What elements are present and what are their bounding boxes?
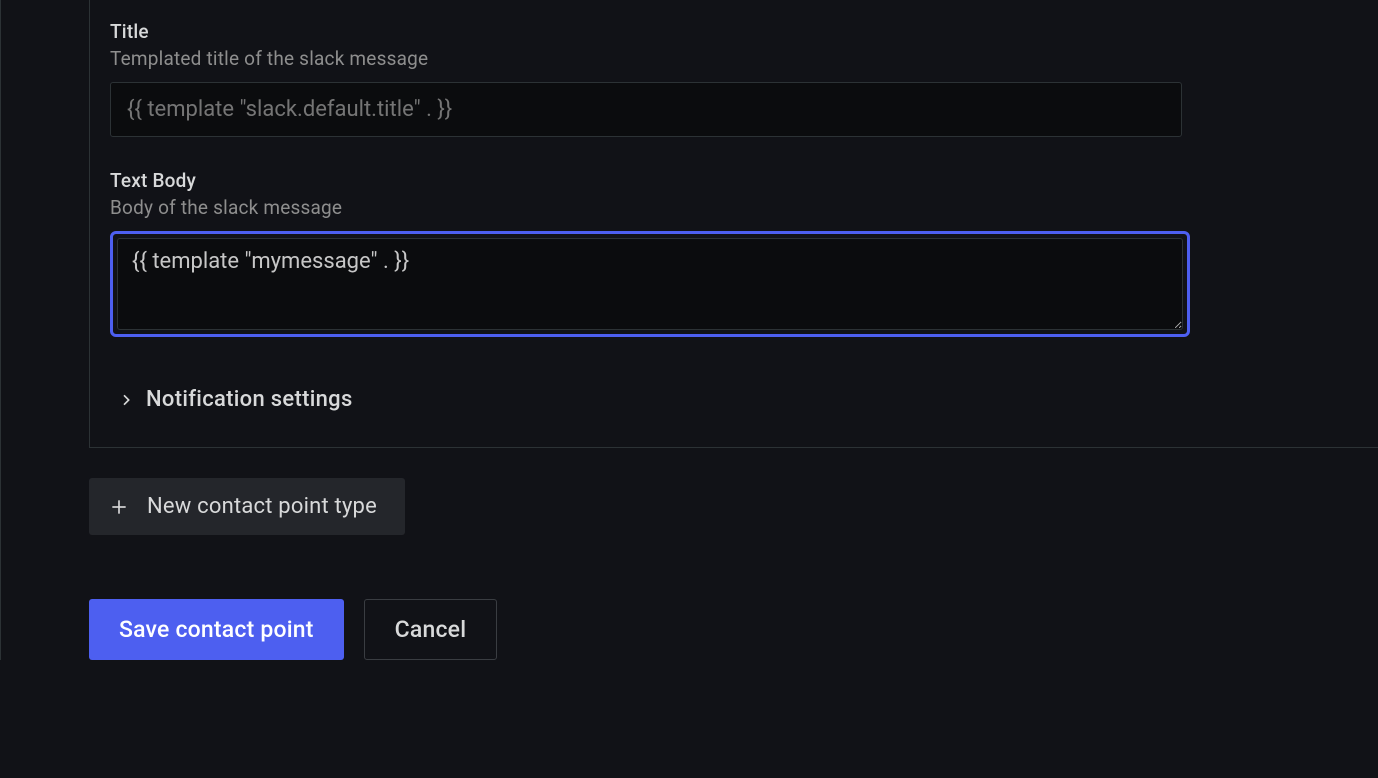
textbody-label: Text Body bbox=[110, 169, 1378, 192]
textbody-input[interactable] bbox=[117, 238, 1183, 330]
plus-icon bbox=[109, 497, 129, 517]
new-type-row: New contact point type bbox=[89, 478, 1378, 535]
textbody-focus-ring bbox=[110, 231, 1190, 337]
title-label: Title bbox=[110, 20, 1378, 43]
cancel-button[interactable]: Cancel bbox=[364, 599, 498, 660]
title-field-group: Title Templated title of the slack messa… bbox=[110, 20, 1378, 137]
textbody-field-group: Text Body Body of the slack message bbox=[110, 169, 1378, 337]
notification-settings-toggle[interactable]: Notification settings bbox=[110, 387, 1378, 412]
page-container: Title Templated title of the slack messa… bbox=[0, 0, 1378, 660]
title-description: Templated title of the slack message bbox=[110, 47, 1378, 70]
textbody-description: Body of the slack message bbox=[110, 196, 1378, 219]
bottom-button-row: Save contact point Cancel bbox=[89, 599, 1378, 660]
chevron-right-icon bbox=[118, 392, 134, 408]
new-contact-point-type-button[interactable]: New contact point type bbox=[89, 478, 405, 535]
notification-settings-label: Notification settings bbox=[146, 387, 353, 412]
new-contact-point-type-label: New contact point type bbox=[147, 494, 377, 519]
title-input[interactable] bbox=[110, 82, 1182, 137]
save-button[interactable]: Save contact point bbox=[89, 599, 344, 660]
form-panel: Title Templated title of the slack messa… bbox=[89, 0, 1378, 448]
